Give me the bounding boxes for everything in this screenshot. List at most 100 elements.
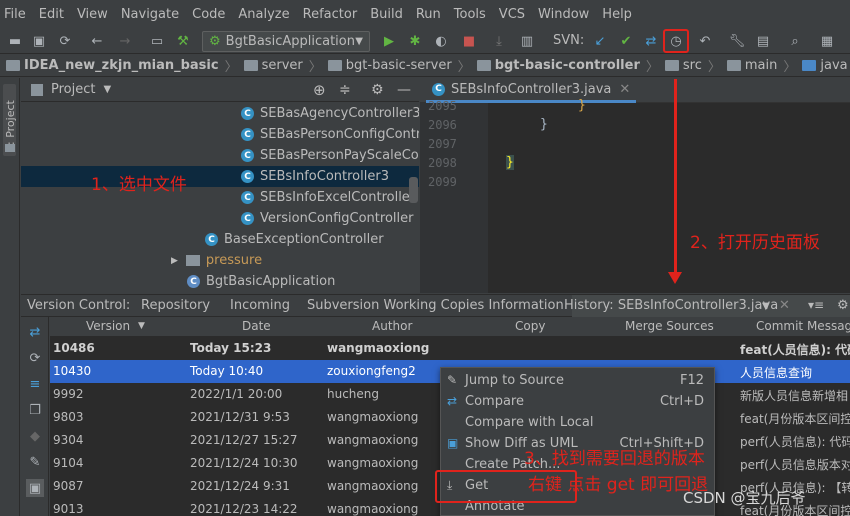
compare-icon: ⇄	[447, 394, 458, 408]
tab-history[interactable]: History: SEBsInfoController3.java	[564, 298, 778, 313]
layout-toggle-icon[interactable]: ▣	[26, 479, 44, 497]
cell-message: feat(月份版本区间控	[740, 412, 850, 426]
class-icon: C	[241, 212, 254, 225]
chevron-down-icon[interactable]: ▼	[762, 301, 770, 312]
menu-item-compare[interactable]: ⇄ Compare Ctrl+D	[441, 391, 714, 412]
tab-working-copies[interactable]: Subversion Working Copies Information	[307, 298, 564, 313]
build-hammer-icon[interactable]: ⚒	[174, 32, 192, 50]
cell-version: 9992	[53, 387, 84, 401]
editor-tab[interactable]: C SEBsInfoController3.java ✕	[426, 78, 637, 103]
code-line[interactable]: }	[578, 98, 586, 113]
annotate-icon[interactable]: ◆	[26, 427, 44, 445]
deploy-icon[interactable]: ⤓	[490, 32, 508, 50]
tree-item[interactable]: C VersionConfigController	[241, 208, 413, 229]
menu-file[interactable]: File	[4, 7, 26, 22]
breadcrumb-item[interactable]: src 〉	[664, 56, 727, 75]
locate-icon[interactable]: ⊕	[313, 81, 326, 99]
menu-vcs[interactable]: VCS	[499, 7, 525, 22]
tree-item[interactable]: C BaseExceptionController	[205, 229, 384, 250]
menu-build[interactable]: Build	[370, 7, 403, 22]
menu-run[interactable]: Run	[416, 7, 441, 22]
breadcrumb-item[interactable]: server 〉	[243, 56, 328, 75]
chevron-down-icon[interactable]: ▼	[103, 84, 111, 95]
project-panel-title[interactable]: Project	[51, 82, 95, 97]
menu-window[interactable]: Window	[538, 7, 589, 22]
open-folder-icon[interactable]: ▬	[6, 32, 24, 50]
col-date[interactable]: Date	[242, 319, 271, 333]
menu-code[interactable]: Code	[192, 7, 225, 22]
breadcrumb-item[interactable]: java〉	[802, 56, 850, 75]
gear-icon[interactable]: ⚙	[371, 82, 384, 98]
gear-icon[interactable]: ⚙	[837, 298, 849, 313]
class-icon: C	[241, 191, 254, 204]
commit-icon[interactable]: ✔	[617, 32, 635, 50]
details-icon[interactable]: ≡	[26, 375, 44, 393]
window-icon[interactable]: ▭	[148, 32, 166, 50]
tasks-icon[interactable]: ▦	[818, 32, 836, 50]
col-author[interactable]: Author	[372, 319, 412, 333]
menu-analyze[interactable]: Analyze	[238, 7, 289, 22]
menu-item-compare-with-local[interactable]: Compare with Local	[441, 412, 714, 433]
menu-item-jump-to-source[interactable]: ✎ Jump to Source F12	[441, 370, 714, 391]
rollback-icon[interactable]: ↶	[696, 32, 714, 50]
run-icon[interactable]: ▶	[380, 32, 398, 50]
breadcrumb-item[interactable]: IDEA_new_zkjn_mian_basic 〉	[6, 56, 244, 75]
tree-item[interactable]: C SEBasPersonConfigControlle	[241, 124, 419, 145]
wrench-icon[interactable]: 🔧︎	[728, 32, 746, 50]
back-icon[interactable]: ←	[88, 32, 106, 50]
breadcrumb-label: src	[682, 58, 702, 73]
forward-icon[interactable]: →	[116, 32, 134, 50]
close-icon[interactable]: ✕	[779, 298, 790, 313]
edit-icon[interactable]: ✎	[26, 453, 44, 471]
tab-incoming[interactable]: Incoming	[230, 298, 290, 313]
cell-author: wangmaoxiong	[327, 433, 419, 447]
col-merge-sources[interactable]: Merge Sources	[625, 319, 714, 333]
line-number: 2095	[428, 99, 457, 113]
layout-icon[interactable]: ▥	[518, 32, 536, 50]
refresh-icon[interactable]: ⟳	[26, 349, 44, 367]
code-line[interactable]: }	[540, 117, 548, 132]
col-commit-message[interactable]: Commit Message	[756, 319, 850, 333]
col-copy[interactable]: Copy	[515, 319, 545, 333]
menu-navigate[interactable]: Navigate	[121, 7, 179, 22]
tree-item[interactable]: C SEBsInfoExcelController	[241, 187, 415, 208]
jump-icon: ✎	[447, 373, 458, 387]
breadcrumb-item[interactable]: bgt-basic-server 〉	[327, 56, 477, 75]
save-icon[interactable]: ▣	[30, 32, 48, 50]
tree-item[interactable]: C SEBasPersonPayScaleContro	[241, 145, 419, 166]
copy-icon[interactable]: ❐	[26, 401, 44, 419]
stop-icon[interactable]: ■	[460, 32, 478, 50]
compare-icon[interactable]: ⇄	[642, 32, 660, 50]
menu-help[interactable]: Help	[602, 7, 632, 22]
breadcrumb-item[interactable]: bgt-basic-controller 〉	[476, 56, 665, 75]
run-configuration-select[interactable]: ⚙ BgtBasicApplication ▼	[202, 31, 370, 52]
search-icon[interactable]: ⌕	[786, 32, 804, 50]
menu-tools[interactable]: Tools	[454, 7, 486, 22]
menu-edit[interactable]: Edit	[39, 7, 64, 22]
menu-refactor[interactable]: Refactor	[303, 7, 358, 22]
tree-item[interactable]: C SEBasAgencyController3	[241, 103, 419, 124]
compare-icon[interactable]: ⇄	[26, 323, 44, 341]
code-line[interactable]: }	[506, 155, 514, 170]
tabs-list-icon[interactable]: ▾≡	[808, 298, 824, 312]
show-history-button[interactable]: ◷	[663, 29, 689, 53]
close-icon[interactable]: ✕	[619, 82, 630, 97]
menu-view[interactable]: View	[77, 7, 108, 22]
tree-scrollbar[interactable]	[409, 177, 418, 203]
table-row[interactable]: 10486 Today 15:23 wangmaoxiong feat(人员信息): …	[50, 337, 850, 360]
project-structure-icon[interactable]: ▤	[754, 32, 772, 50]
breadcrumb-item[interactable]: main 〉	[726, 56, 803, 75]
col-version[interactable]: Version	[86, 319, 130, 333]
update-project-icon[interactable]: ↙	[591, 32, 609, 50]
tree-item[interactable]: C SEBsInfoController3	[241, 166, 389, 187]
tree-item-label: SEBsInfoExcelController	[260, 190, 416, 205]
debug-icon[interactable]: ✱	[406, 32, 424, 50]
expand-arrow-icon[interactable]: ▶	[171, 256, 178, 266]
collapse-all-icon[interactable]: ≑	[339, 82, 351, 98]
tab-repository[interactable]: Repository	[141, 298, 210, 313]
coverage-icon[interactable]: ◐	[432, 32, 450, 50]
tree-item[interactable]: C BgtBasicApplication	[187, 271, 335, 292]
tree-item[interactable]: ▶ pressure	[171, 250, 262, 271]
sync-icon[interactable]: ⟳	[56, 32, 74, 50]
hide-icon[interactable]: —	[397, 82, 411, 98]
